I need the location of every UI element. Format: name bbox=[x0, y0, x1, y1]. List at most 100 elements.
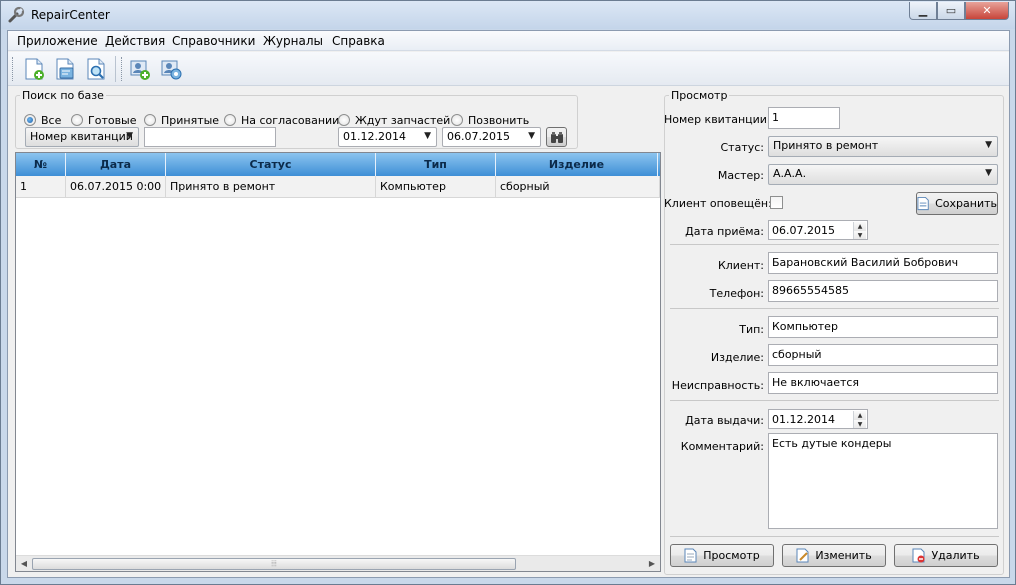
scroll-left-icon[interactable]: ◀ bbox=[16, 556, 32, 571]
filter-label: Принятые bbox=[161, 113, 220, 127]
toolbar-grip-2[interactable] bbox=[121, 57, 124, 81]
search-button[interactable] bbox=[546, 127, 567, 147]
spin-up-icon[interactable]: ▲ bbox=[854, 411, 866, 420]
radio-icon bbox=[451, 114, 463, 126]
table-row[interactable]: 1 06.07.2015 0:00 Принято в ремонт Компь… bbox=[16, 176, 660, 198]
phone-field[interactable]: 89665554585 bbox=[768, 280, 998, 302]
date-from-value: 01.12.2014 bbox=[343, 130, 406, 143]
save-document-icon bbox=[917, 196, 929, 211]
client-area: Приложение Действия Справочники Журналы … bbox=[7, 30, 1010, 578]
filter-all-radio[interactable]: Все bbox=[24, 113, 61, 127]
scroll-right-icon[interactable]: ▶ bbox=[644, 556, 660, 571]
delete-document-icon bbox=[912, 548, 925, 563]
status-value: Принято в ремонт bbox=[773, 139, 879, 152]
horizontal-scrollbar[interactable]: ◀ ⦙⦙⦙ ▶ bbox=[16, 555, 660, 571]
filter-ready-radio[interactable]: Готовые bbox=[71, 113, 137, 127]
spin-down-icon[interactable]: ▼ bbox=[854, 231, 866, 239]
comment-label: Комментарий: bbox=[680, 440, 764, 453]
table-header: № Дата Статус Тип Изделие bbox=[16, 153, 660, 176]
issued-date-label: Дата выдачи: bbox=[685, 414, 764, 427]
menu-journals[interactable]: Журналы bbox=[263, 34, 323, 48]
save-button-label: Сохранить bbox=[935, 197, 997, 210]
search-input[interactable] bbox=[144, 127, 276, 147]
toolbar-separator bbox=[115, 56, 116, 82]
column-header-product[interactable]: Изделие bbox=[496, 153, 658, 176]
filter-approval-radio[interactable]: На согласовании bbox=[224, 113, 339, 127]
minimize-icon: ▁ bbox=[918, 4, 928, 17]
maximize-button[interactable]: ▭ bbox=[937, 2, 965, 20]
received-date-field[interactable]: 06.07.2015 ▲ ▼ bbox=[768, 220, 868, 240]
type-field[interactable]: Компьютер bbox=[768, 316, 998, 338]
comment-field[interactable]: Есть дутые кондеры bbox=[768, 433, 998, 529]
divider bbox=[670, 400, 999, 401]
product-label: Изделие: bbox=[710, 351, 764, 364]
date-spinner[interactable]: ▲ ▼ bbox=[853, 411, 866, 428]
date-spinner[interactable]: ▲ ▼ bbox=[853, 222, 866, 239]
add-user-icon[interactable] bbox=[128, 57, 152, 81]
view-document-icon bbox=[684, 548, 697, 563]
cell-product: сборный bbox=[496, 176, 660, 198]
master-select[interactable]: А.А.А. ▼ bbox=[768, 164, 998, 185]
filter-label: Позвонить bbox=[468, 113, 530, 127]
view-button[interactable]: Просмотр bbox=[670, 544, 774, 567]
delete-button[interactable]: Удалить bbox=[894, 544, 998, 567]
close-icon: ✕ bbox=[982, 4, 992, 17]
spin-up-icon[interactable]: ▲ bbox=[854, 222, 866, 231]
minimize-button[interactable]: ▁ bbox=[909, 2, 937, 20]
column-header-status[interactable]: Статус bbox=[166, 153, 376, 176]
open-document-icon[interactable] bbox=[53, 57, 77, 81]
filter-label: Готовые bbox=[88, 113, 137, 127]
master-value: А.А.А. bbox=[773, 167, 807, 180]
radio-icon bbox=[144, 114, 156, 126]
chevron-down-icon: ▼ bbox=[985, 168, 992, 178]
save-button[interactable]: Сохранить bbox=[916, 192, 998, 215]
cell-date: 06.07.2015 0:00 bbox=[66, 176, 166, 198]
status-select[interactable]: Принято в ремонт ▼ bbox=[768, 136, 998, 157]
date-to-picker[interactable]: 06.07.2015 ▼ bbox=[442, 127, 541, 147]
scrollbar-thumb[interactable]: ⦙⦙⦙ bbox=[32, 558, 516, 570]
window-title: RepairCenter bbox=[31, 8, 110, 22]
column-header-type[interactable]: Тип bbox=[376, 153, 496, 176]
filter-parts-radio[interactable]: Ждут запчастей bbox=[338, 113, 450, 127]
client-notified-label: Клиент оповещён: bbox=[664, 197, 772, 210]
details-group-title: Просмотр bbox=[669, 89, 730, 102]
menu-bar: Приложение Действия Справочники Журналы … bbox=[8, 31, 1009, 51]
toolbar-grip[interactable] bbox=[12, 57, 15, 81]
receipt-number-field[interactable]: 1 bbox=[768, 107, 840, 129]
chevron-down-icon: ▼ bbox=[126, 131, 133, 141]
client-label: Клиент: bbox=[717, 259, 764, 272]
receipts-table: № Дата Статус Тип Изделие 1 06.07.2015 0… bbox=[15, 152, 661, 572]
column-header-date[interactable]: Дата bbox=[66, 153, 166, 176]
spin-down-icon[interactable]: ▼ bbox=[854, 420, 866, 428]
type-label: Тип: bbox=[739, 323, 764, 336]
title-bar[interactable]: RepairCenter ▁ ▭ ✕ bbox=[1, 1, 1015, 29]
search-document-icon[interactable] bbox=[84, 57, 108, 81]
edit-button[interactable]: Изменить bbox=[782, 544, 886, 567]
phone-label: Телефон: bbox=[709, 287, 764, 300]
column-header-number[interactable]: № bbox=[16, 153, 66, 176]
menu-actions[interactable]: Действия bbox=[105, 34, 165, 48]
date-from-picker[interactable]: 01.12.2014 ▼ bbox=[338, 127, 437, 147]
menu-application[interactable]: Приложение bbox=[17, 34, 98, 48]
client-notified-checkbox[interactable] bbox=[770, 196, 783, 209]
client-field[interactable]: Барановский Василий Бобрович bbox=[768, 252, 998, 274]
cell-type: Компьютер bbox=[376, 176, 496, 198]
fault-field[interactable]: Не включается bbox=[768, 372, 998, 394]
search-field-select[interactable]: Номер квитанции ▼ bbox=[25, 127, 139, 147]
user-settings-icon[interactable] bbox=[159, 57, 183, 81]
menu-references[interactable]: Справочники bbox=[172, 34, 255, 48]
menu-help[interactable]: Справка bbox=[332, 34, 385, 48]
radio-icon bbox=[224, 114, 236, 126]
product-field[interactable]: сборный bbox=[768, 344, 998, 366]
issued-date-value: 01.12.2014 bbox=[772, 413, 835, 426]
close-button[interactable]: ✕ bbox=[965, 2, 1009, 20]
filter-call-radio[interactable]: Позвонить bbox=[451, 113, 529, 127]
filter-label: Ждут запчастей bbox=[355, 113, 451, 127]
new-document-icon[interactable] bbox=[22, 57, 46, 81]
radio-icon bbox=[338, 114, 350, 126]
issued-date-field[interactable]: 01.12.2014 ▲ ▼ bbox=[768, 409, 868, 429]
edit-button-label: Изменить bbox=[815, 549, 872, 562]
receipt-number-label: Номер квитанции: bbox=[664, 113, 771, 126]
filter-accepted-radio[interactable]: Принятые bbox=[144, 113, 219, 127]
radio-icon bbox=[71, 114, 83, 126]
